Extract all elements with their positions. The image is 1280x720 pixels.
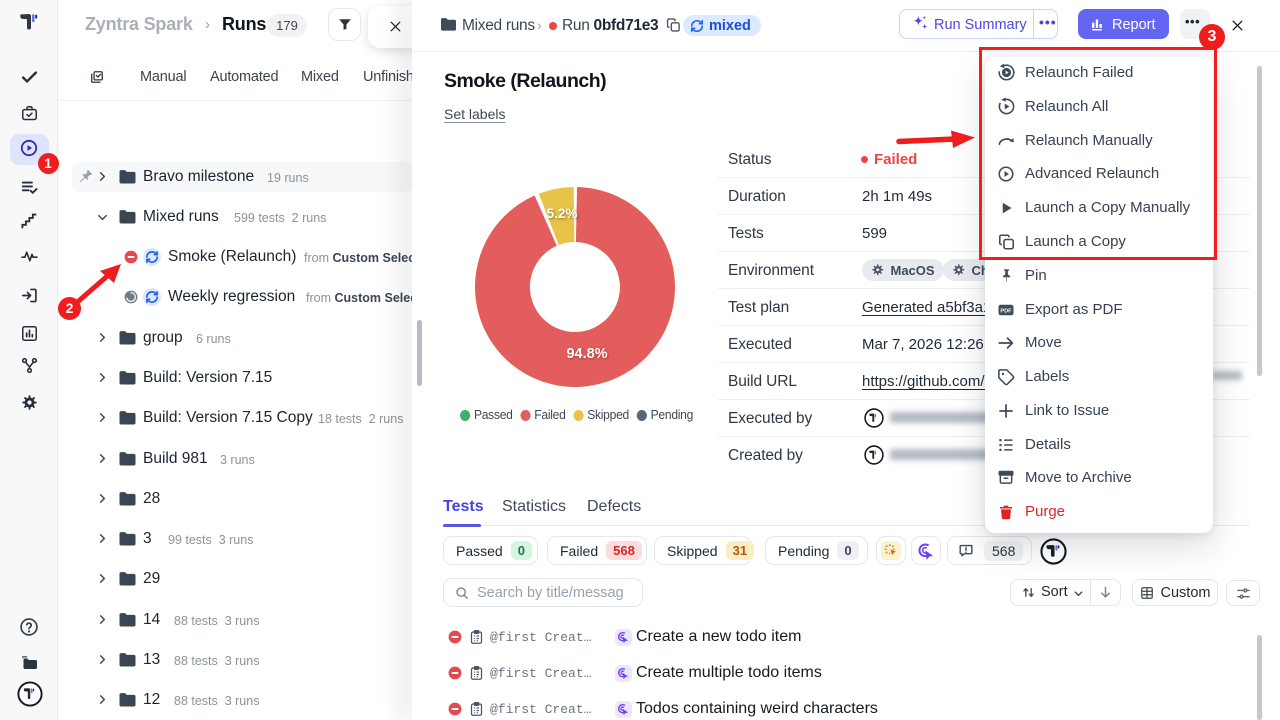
svg-text:94.8%: 94.8% xyxy=(566,346,607,362)
svg-text:PDF: PDF xyxy=(1000,308,1012,314)
svg-text:5.2%: 5.2% xyxy=(547,206,578,221)
